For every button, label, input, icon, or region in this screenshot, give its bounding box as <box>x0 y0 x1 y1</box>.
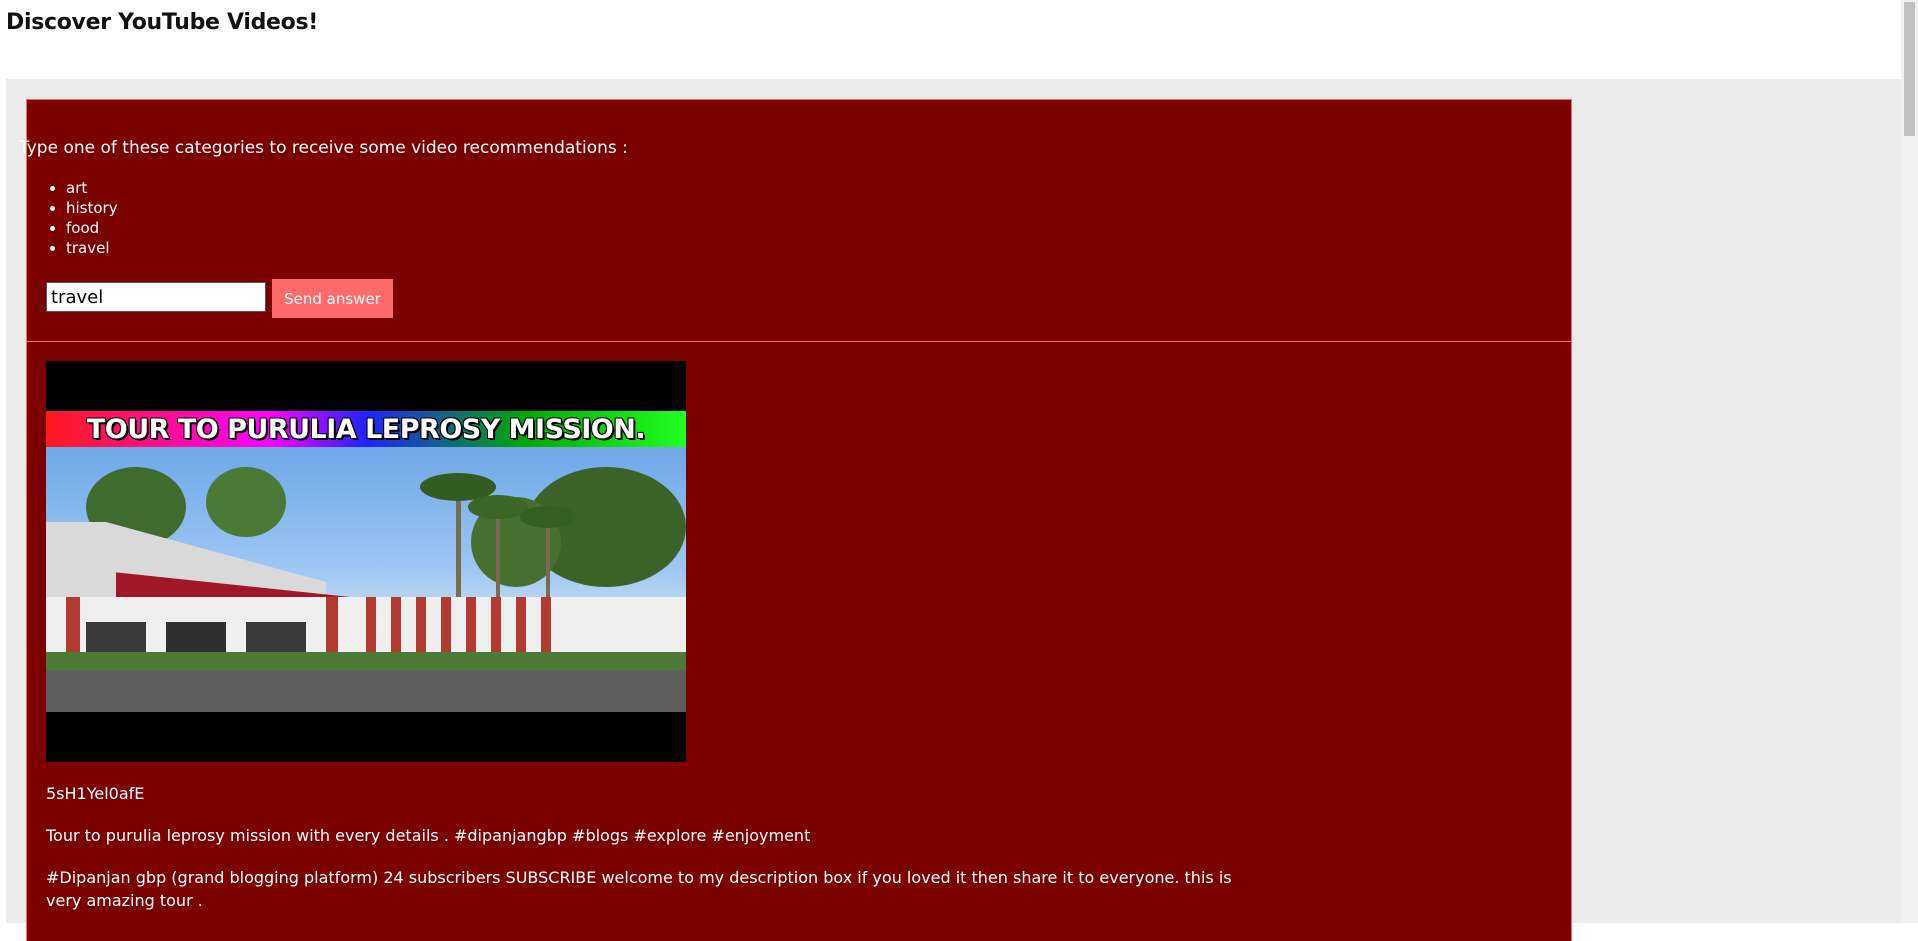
category-prompt: Type one of these categories to receive … <box>19 138 628 158</box>
category-list: art history food travel <box>46 178 118 258</box>
send-answer-button[interactable]: Send answer <box>272 279 393 318</box>
page-title: Discover YouTube Videos! <box>6 10 318 35</box>
thumbnail-photo <box>46 447 686 712</box>
video-description: #Dipanjan gbp (grand blogging platform) … <box>46 868 1232 910</box>
category-item-food: food <box>66 218 118 238</box>
category-answer-input[interactable] <box>46 282 266 312</box>
video-title: Tour to purulia leprosy mission with eve… <box>46 826 811 845</box>
video-thumbnail[interactable]: TOUR TO PURULIA LEPROSY MISSION. <box>46 361 686 762</box>
page-scrollbar[interactable] <box>1901 0 1918 923</box>
scrollbar-thumb[interactable] <box>1904 2 1915 136</box>
thumbnail-banner-text: TOUR TO PURULIA LEPROSY MISSION. <box>86 414 646 445</box>
category-item-travel: travel <box>66 238 118 258</box>
video-id: 5sH1Yel0afE <box>46 784 145 803</box>
leprosy-mission-building-illustration <box>46 467 686 712</box>
category-item-art: art <box>66 178 118 198</box>
category-item-history: history <box>66 198 118 218</box>
